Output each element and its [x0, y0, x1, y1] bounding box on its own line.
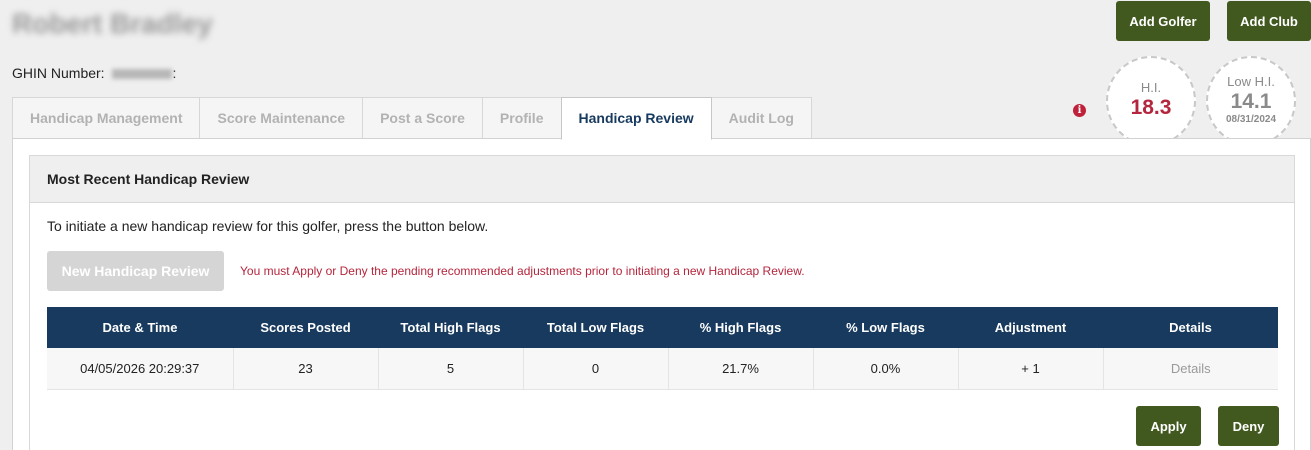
cell-pct-high-flags: 21.7%: [668, 348, 814, 390]
column-header: Total High Flags: [378, 307, 523, 348]
column-header: Date & Time: [47, 307, 233, 348]
column-header: Details: [1103, 307, 1278, 348]
cell-date-time: 04/05/2026 20:29:37: [47, 348, 234, 390]
handicap-review-card: Most Recent Handicap Review To initiate …: [29, 155, 1295, 450]
tab-post-a-score[interactable]: Post a Score: [362, 97, 482, 139]
low-hi-date: 08/31/2024: [1225, 114, 1277, 125]
card-title: Most Recent Handicap Review: [30, 156, 1294, 203]
column-header: Total Low Flags: [523, 307, 668, 348]
ghin-suffix: :: [172, 65, 177, 81]
review-table: Date & Time Scores Posted Total High Fla…: [47, 307, 1278, 390]
table-header-row: Date & Time Scores Posted Total High Fla…: [47, 307, 1278, 348]
handicap-index-badge: H.I. 18.3: [1106, 56, 1196, 146]
column-header: Adjustment: [958, 307, 1103, 348]
new-handicap-review-button[interactable]: New Handicap Review: [47, 251, 224, 291]
ghin-number: GHIN Number: :: [12, 65, 176, 81]
intro-text: To initiate a new handicap review for th…: [47, 218, 489, 234]
cell-pct-low-flags: 0.0%: [813, 348, 959, 390]
hi-value: 18.3: [1130, 96, 1172, 119]
table-row: 04/05/2026 20:29:37 23 5 0 21.7% 0.0% + …: [47, 348, 1278, 390]
info-icon[interactable]: i: [1073, 104, 1086, 117]
low-handicap-index-badge: Low H.I. 14.1 08/31/2024: [1206, 56, 1296, 146]
column-header: Scores Posted: [233, 307, 378, 348]
tab-audit-log[interactable]: Audit Log: [711, 97, 812, 139]
deny-button[interactable]: Deny: [1218, 406, 1279, 446]
cell-adjustment: + 1: [958, 348, 1104, 390]
ghin-label: GHIN Number:: [12, 65, 105, 81]
pending-warning: You must Apply or Deny the pending recom…: [240, 264, 805, 278]
add-golfer-button[interactable]: Add Golfer: [1116, 1, 1210, 41]
ghin-value-redacted: [112, 69, 173, 80]
hi-label: H.I.: [1140, 80, 1162, 95]
cell-scores-posted: 23: [233, 348, 379, 390]
tab-panel: Most Recent Handicap Review To initiate …: [12, 138, 1311, 450]
column-header: % Low Flags: [813, 307, 958, 348]
tab-bar: Handicap Management Score Maintenance Po…: [12, 97, 812, 140]
tab-handicap-management[interactable]: Handicap Management: [12, 97, 200, 139]
cell-total-low-flags: 0: [523, 348, 669, 390]
cell-total-high-flags: 5: [378, 348, 524, 390]
golfer-name: Robert Bradley: [12, 8, 213, 39]
tab-score-maintenance[interactable]: Score Maintenance: [199, 97, 363, 139]
low-hi-value: 14.1: [1230, 90, 1272, 113]
column-header: % High Flags: [668, 307, 813, 348]
apply-button[interactable]: Apply: [1136, 406, 1201, 446]
details-link[interactable]: Details: [1103, 348, 1278, 390]
tab-profile[interactable]: Profile: [481, 97, 561, 139]
low-hi-label: Low H.I.: [1227, 74, 1275, 89]
tab-handicap-review[interactable]: Handicap Review: [560, 97, 712, 140]
add-club-button[interactable]: Add Club: [1227, 1, 1311, 41]
